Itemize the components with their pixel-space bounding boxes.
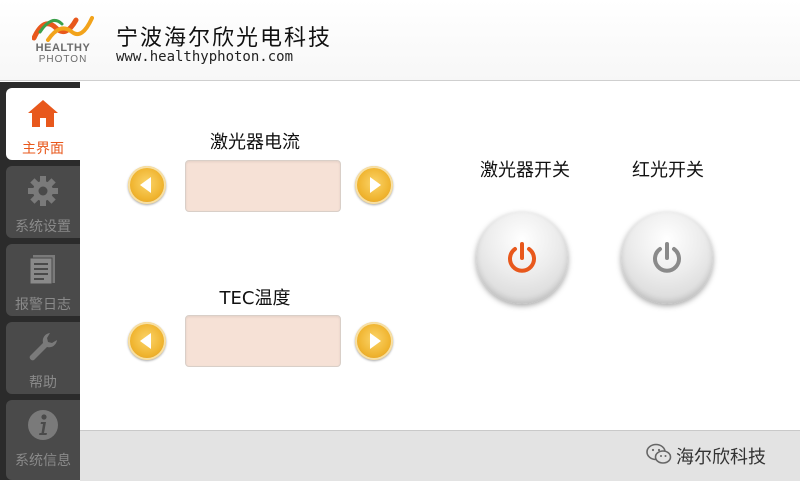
sidebar-item-settings[interactable]: 系统设置 — [6, 166, 80, 238]
tec-temperature-decrease-button[interactable] — [128, 322, 166, 360]
sidebar-item-label: 系统信息 — [15, 453, 71, 469]
laser-current-value[interactable] — [185, 160, 341, 212]
laser-current-increase-button[interactable] — [355, 166, 393, 204]
arrow-right-icon — [370, 177, 381, 193]
sidebar-item-label: 系统设置 — [15, 219, 71, 235]
wechat-account-name: 海尔欣科技 — [676, 447, 766, 468]
sidebar-item-label: 帮助 — [29, 375, 57, 391]
red-light-switch-label: 红光开关 — [632, 160, 704, 181]
tec-temperature-value[interactable] — [185, 315, 341, 367]
company-url: www.healthyphoton.com — [116, 49, 294, 65]
power-icon — [653, 242, 681, 273]
wechat-icon — [646, 443, 672, 464]
header: HEALTHY PHOTON 宁波海尔欣光电科技 www.healthyphot… — [0, 0, 800, 81]
company-name: 宁波海尔欣光电科技 — [116, 26, 333, 51]
sidebar-item-main[interactable]: 主界面 — [6, 88, 80, 160]
sidebar-nav: 主界面 系统设置 报警日志 帮助 系统信息 — [0, 82, 80, 480]
sidebar-item-help[interactable]: 帮助 — [6, 322, 80, 394]
tec-temperature-label: TEC温度 — [219, 288, 291, 309]
laser-power-button[interactable] — [476, 212, 568, 304]
sidebar-item-label: 报警日志 — [15, 297, 71, 313]
red-light-power-button[interactable] — [621, 212, 713, 304]
logo-text-healthy: HEALTHY — [35, 42, 91, 54]
laser-switch-label: 激光器开关 — [480, 160, 570, 181]
sidebar-item-alarm-log[interactable]: 报警日志 — [6, 244, 80, 316]
laser-current-decrease-button[interactable] — [128, 166, 166, 204]
log-icon — [29, 255, 55, 285]
arrow-left-icon — [140, 177, 151, 193]
tec-temperature-increase-button[interactable] — [355, 322, 393, 360]
main-panel: 激光器电流 TEC温度 激光器开关 红光开关 — [80, 82, 800, 430]
footer-bar: 海尔欣科技 — [80, 430, 800, 481]
home-icon — [28, 100, 58, 127]
wrench-icon — [29, 333, 57, 361]
arrow-left-icon — [140, 333, 151, 349]
sidebar-item-system-info[interactable]: 系统信息 — [6, 400, 80, 480]
laser-current-label: 激光器电流 — [210, 132, 300, 153]
arrow-right-icon — [370, 333, 381, 349]
info-icon — [28, 410, 58, 440]
logo-text-photon: PHOTON — [38, 54, 88, 65]
logo-wave-icon — [32, 16, 94, 42]
sidebar-item-label: 主界面 — [22, 141, 64, 157]
power-icon — [508, 242, 536, 273]
gear-icon — [28, 176, 58, 206]
company-logo: HEALTHY PHOTON — [22, 12, 104, 66]
